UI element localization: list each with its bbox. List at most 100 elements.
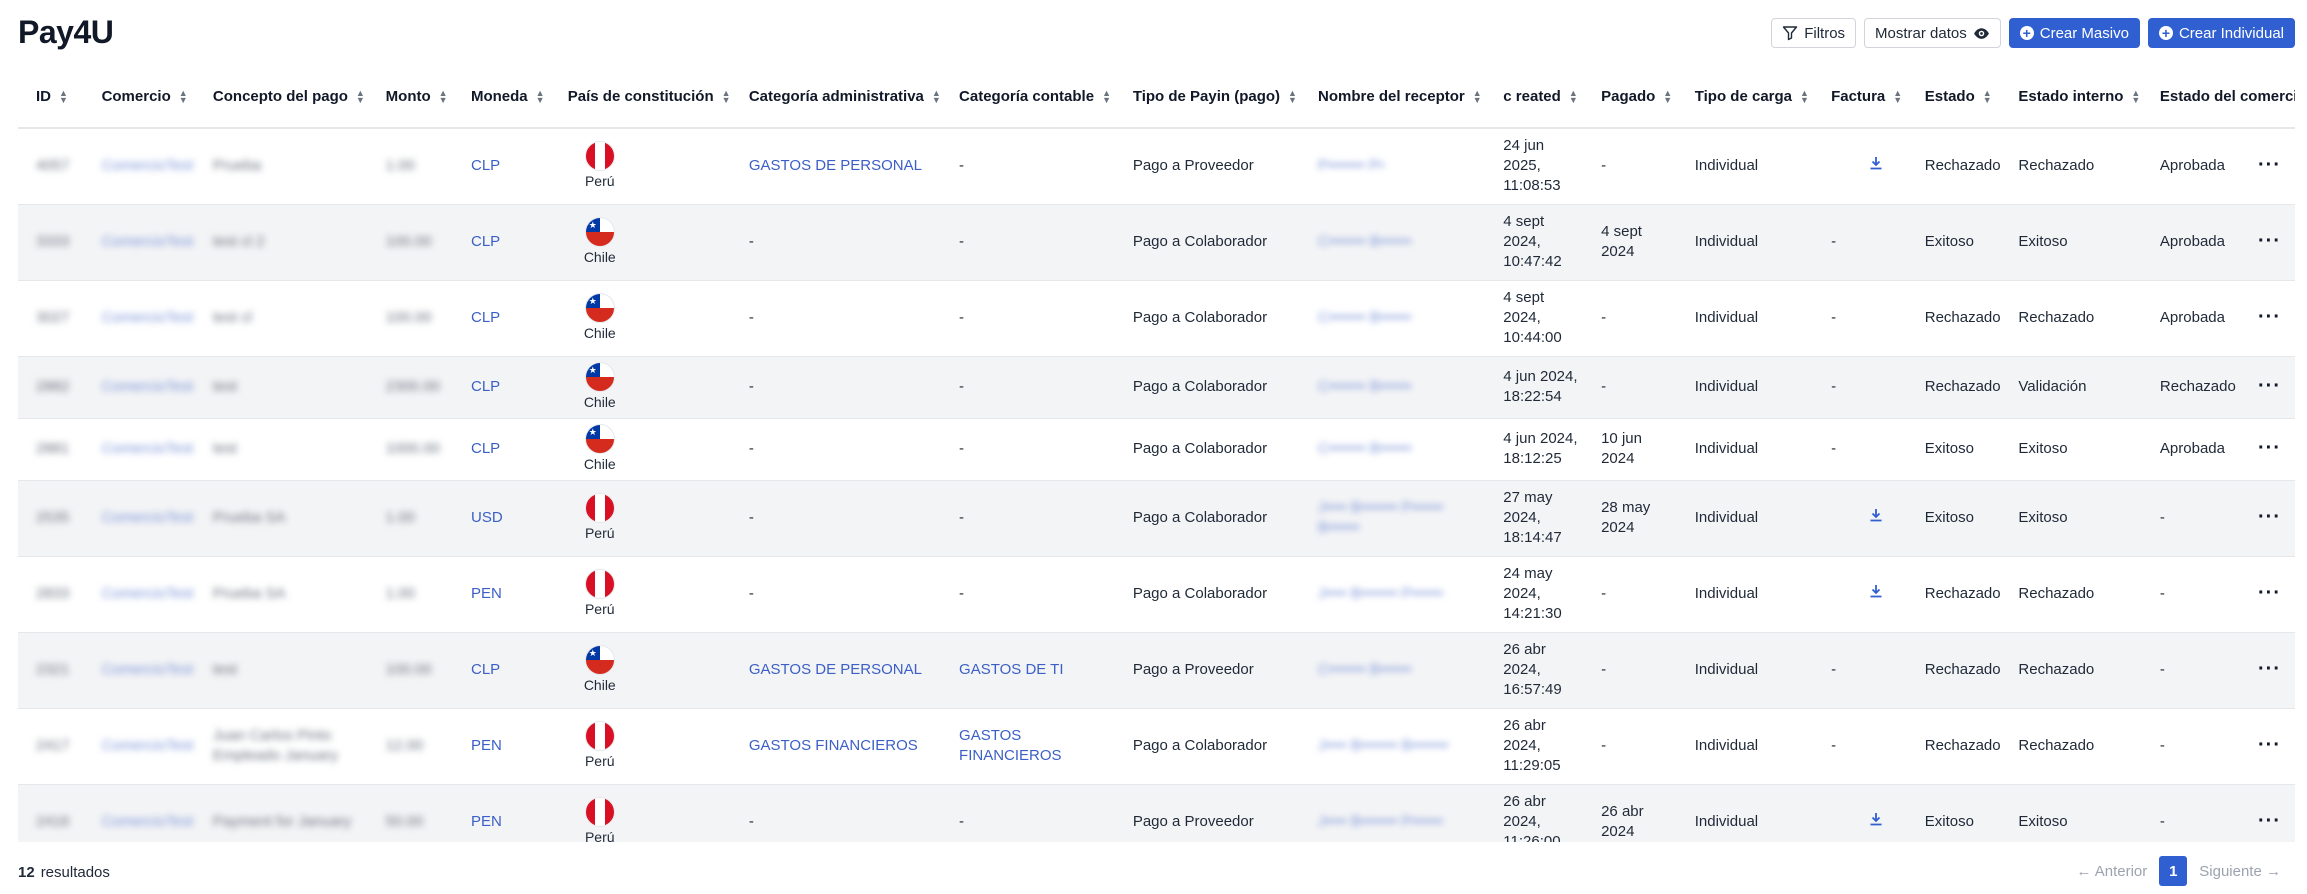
sort-icon[interactable]: ▲ ▼	[1893, 89, 1902, 105]
sort-icon[interactable]: ▲ ▼	[1800, 89, 1809, 105]
sort-icon[interactable]: ▲ ▼	[1569, 89, 1578, 105]
more-options-icon[interactable]: ···	[2258, 438, 2281, 458]
more-options-icon[interactable]: ···	[2258, 583, 2281, 603]
sort-icon[interactable]: ▲ ▼	[1983, 89, 1992, 105]
cell-invoice: -	[1831, 661, 1837, 678]
column-header[interactable]: Pagado ▲ ▼	[1583, 66, 1677, 128]
column-header[interactable]: Estado interno ▲ ▼	[2000, 66, 2142, 128]
payments-table-container[interactable]: ID ▲ ▼ Comercio ▲ ▼ Concepto del pago ▲ ▼ Monto ▲ ▼…	[18, 66, 2295, 842]
show-data-button[interactable]: Mostrar datos	[1864, 18, 2001, 48]
country-badge: Chile	[568, 293, 632, 343]
sort-icon[interactable]: ▲ ▼	[2131, 89, 2140, 105]
bulk-create-button[interactable]: + Crear Masivo	[2008, 18, 2140, 48]
cell-invoice: -	[1831, 309, 1837, 326]
cell-merchant-link[interactable]: ComercioTest	[84, 418, 195, 480]
cell-merchant-link[interactable]: ComercioTest	[84, 784, 195, 842]
table-row[interactable]: 4057 ComercioTest Prueba 1.00 CLP Perú GASTOS …	[18, 128, 2295, 204]
table-row[interactable]: 3027 ComercioTest test cl 100.00 CLP Chile - - P…	[18, 280, 2295, 356]
column-header[interactable]: Tipo de Payin (pago) ▲ ▼	[1115, 66, 1300, 128]
single-create-button[interactable]: + Crear Individual	[2147, 18, 2295, 48]
sort-icon[interactable]: ▲ ▼	[1288, 89, 1297, 105]
more-options-icon[interactable]: ···	[2258, 735, 2281, 755]
cell-receiver-name[interactable]: C••••••• B••••••	[1300, 632, 1485, 708]
cell-payment-concept: test cl	[212, 309, 253, 326]
cell-receiver-name[interactable]: C••••••• B••••••	[1300, 356, 1485, 418]
table-row[interactable]: 2535 ComercioTest Prueba SA 1.00 USD Perú - - Pa…	[18, 480, 2295, 556]
table-row[interactable]: 2881 ComercioTest test 1000.00 CLP Chile - - Pag…	[18, 418, 2295, 480]
column-header[interactable]: Nombre del receptor ▲ ▼	[1300, 66, 1485, 128]
cell-created-date: 4 sept 2024, 10:47:42	[1503, 213, 1562, 270]
column-header[interactable]: Estado ▲ ▼	[1907, 66, 2001, 128]
more-options-icon[interactable]: ···	[2258, 811, 2281, 831]
column-header[interactable]: Comercio ▲ ▼	[84, 66, 195, 128]
table-row[interactable]: 3333 ComercioTest test cl 2 100.00 CLP Chile -…	[18, 204, 2295, 280]
column-header[interactable]: Factura ▲ ▼	[1813, 66, 1907, 128]
cell-internal-status: Exitoso	[2018, 509, 2068, 526]
previous-page-button[interactable]: ← Anterior	[2076, 863, 2147, 880]
sort-icon[interactable]: ▲ ▼	[932, 89, 941, 105]
sort-icon[interactable]: ▲ ▼	[536, 89, 545, 105]
sort-icon[interactable]: ▲ ▼	[179, 89, 188, 105]
table-row[interactable]: 2833 ComercioTest Prueba SA 1.00 PEN Perú - - Pa…	[18, 556, 2295, 632]
cell-amount: 1.00	[385, 157, 415, 175]
cell-receiver-name[interactable]: C••••••• B••••••	[1300, 280, 1485, 356]
cell-merchant-link[interactable]: ComercioTest	[84, 632, 195, 708]
sort-icon[interactable]: ▲ ▼	[439, 89, 448, 105]
cell-merchant-link[interactable]: ComercioTest	[84, 280, 195, 356]
sort-icon[interactable]: ▲ ▼	[722, 89, 731, 105]
table-row[interactable]: 2416 ComercioTest Payment for January 50.00…	[18, 784, 2295, 842]
sort-icon[interactable]: ▲ ▼	[356, 89, 365, 105]
sort-icon[interactable]: ▲ ▼	[1663, 89, 1672, 105]
cell-receiver-name[interactable]: J•••• B••••••• P••••••	[1300, 556, 1485, 632]
page-number-current[interactable]: 1	[2159, 856, 2188, 886]
cell-receiver-name[interactable]: J•••• B••••••• B•••••••	[1300, 708, 1485, 784]
download-icon[interactable]	[1831, 156, 1921, 176]
filters-button[interactable]: Filtros	[1771, 18, 1857, 48]
cell-receiver-name[interactable]: J•••• B••••••• P••••••	[1300, 784, 1485, 842]
results-label: resultados	[40, 864, 110, 881]
cell-invoice: -	[1831, 378, 1837, 395]
more-options-icon[interactable]: ···	[2258, 231, 2281, 251]
download-icon[interactable]	[1831, 584, 1921, 604]
cell-receiver-name[interactable]: C••••••• B••••••	[1300, 418, 1485, 480]
table-row[interactable]: 2882 ComercioTest test 2300.00 CLP Chile - - Pag…	[18, 356, 2295, 418]
cell-merchant-link[interactable]: ComercioTest	[84, 356, 195, 418]
column-header[interactable]: Moneda ▲ ▼	[453, 66, 550, 128]
peru-flag-icon	[584, 141, 615, 172]
cell-receiver-name[interactable]: C••••••• B••••••	[1300, 204, 1485, 280]
column-header[interactable]: País de constitución ▲ ▼	[550, 66, 731, 128]
more-options-icon[interactable]: ···	[2258, 307, 2281, 327]
column-header[interactable]: c reated ▲ ▼	[1485, 66, 1583, 128]
column-header[interactable]: ID ▲ ▼	[18, 66, 84, 128]
column-header-label: Estado interno	[2018, 88, 2124, 105]
column-header[interactable]: Tipo de carga ▲ ▼	[1677, 66, 1813, 128]
more-options-icon[interactable]: ···	[2258, 155, 2281, 175]
next-page-button[interactable]: Siguiente →	[2199, 863, 2281, 880]
cell-currency: CLP	[470, 440, 501, 457]
cell-receiver-name[interactable]: P••••••• P•	[1300, 128, 1485, 204]
cell-merchant-link[interactable]: ComercioTest	[84, 556, 195, 632]
column-header[interactable]: Concepto del pago ▲ ▼	[195, 66, 368, 128]
column-header[interactable]: Categoría administrativa ▲ ▼	[731, 66, 941, 128]
cell-id: 3333	[36, 233, 70, 250]
cell-merchant-link[interactable]: ComercioTest	[84, 204, 195, 280]
table-row[interactable]: 2321 ComercioTest test 100.00 CLP Chile GASTOS…	[18, 632, 2295, 708]
cell-merchant-link[interactable]: ComercioTest	[84, 480, 195, 556]
more-options-icon[interactable]: ···	[2258, 659, 2281, 679]
more-options-icon[interactable]: ···	[2258, 376, 2281, 396]
cell-load-type: Individual	[1694, 440, 1759, 457]
sort-icon[interactable]: ▲ ▼	[59, 89, 68, 105]
download-icon[interactable]	[1831, 812, 1921, 832]
cell-merchant-link[interactable]: ComercioTest	[84, 128, 195, 204]
column-header[interactable]: Monto ▲ ▼	[368, 66, 453, 128]
sort-icon[interactable]: ▲ ▼	[1102, 89, 1111, 105]
cell-merchant-link[interactable]: ComercioTest	[84, 708, 195, 784]
column-header[interactable]: Categoría contable ▲ ▼	[941, 66, 1115, 128]
cell-receiver-name[interactable]: J•••• B••••••• P•••••• B••••••	[1300, 480, 1485, 556]
column-header[interactable]: Estado del comercio▲▼	[2142, 66, 2295, 128]
download-icon[interactable]	[1831, 508, 1921, 528]
table-row[interactable]: 2417 ComercioTest Juan Carlos Pinto Emplea…	[18, 708, 2295, 784]
more-options-icon[interactable]: ···	[2258, 507, 2281, 527]
column-header-label: Comercio	[101, 88, 171, 105]
sort-icon[interactable]: ▲ ▼	[1473, 89, 1482, 105]
